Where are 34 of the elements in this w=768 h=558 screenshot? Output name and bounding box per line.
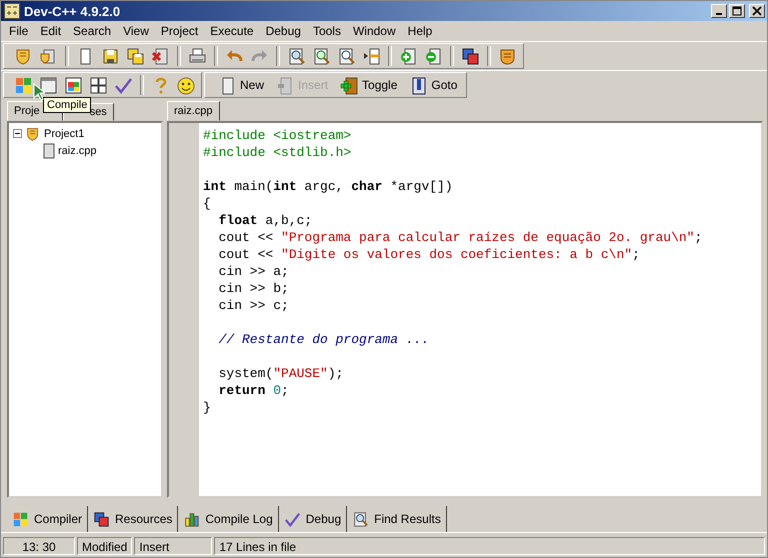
status-panel: Modified <box>77 537 132 555</box>
status-panel: Insert <box>134 537 212 555</box>
code-token: system( <box>218 366 274 381</box>
code-token: cin >> c; <box>218 298 289 313</box>
code-token: ; <box>694 230 702 245</box>
code-token: #include <iostream> <box>203 128 352 143</box>
code-token: "Programa para calcular raízes de equação 2o. grau\n" <box>281 230 694 245</box>
code-token: ; <box>281 383 289 398</box>
code-token: cin >> a; <box>218 264 289 279</box>
window-title: Dev-C++ 4.9.2.0 <box>24 4 122 18</box>
code-token: { <box>203 196 211 211</box>
code-token: ; <box>632 247 640 262</box>
code-token: main( <box>233 179 274 194</box>
code-token: "PAUSE" <box>273 366 328 381</box>
code-token: int <box>203 179 226 194</box>
code-token: char <box>351 179 382 194</box>
tooltip: Compile <box>43 97 92 113</box>
code-token: } <box>203 400 211 415</box>
code-token: argc, <box>303 179 344 194</box>
code-token: a,b,c; <box>264 213 312 228</box>
code-token: *argv[]) <box>389 179 453 194</box>
code-token: #include <stdlib.h> <box>203 145 352 160</box>
status-panel: 17 Lines in file <box>214 537 765 555</box>
code-token: float <box>218 213 258 228</box>
code-token: 0 <box>272 383 282 398</box>
code-token: cout << <box>218 230 274 245</box>
code-token: cout << <box>218 247 274 262</box>
code-token: cin >> b; <box>218 281 289 296</box>
code-token: int <box>273 179 297 194</box>
code-token: // Restante do programa ... <box>218 332 430 347</box>
code-token: ); <box>328 366 344 381</box>
code-token: return <box>218 383 266 398</box>
status-panel: 13: 30 <box>3 537 75 555</box>
code-token: "Digite os valores dos coeficientes: a b c\n" <box>281 247 632 262</box>
